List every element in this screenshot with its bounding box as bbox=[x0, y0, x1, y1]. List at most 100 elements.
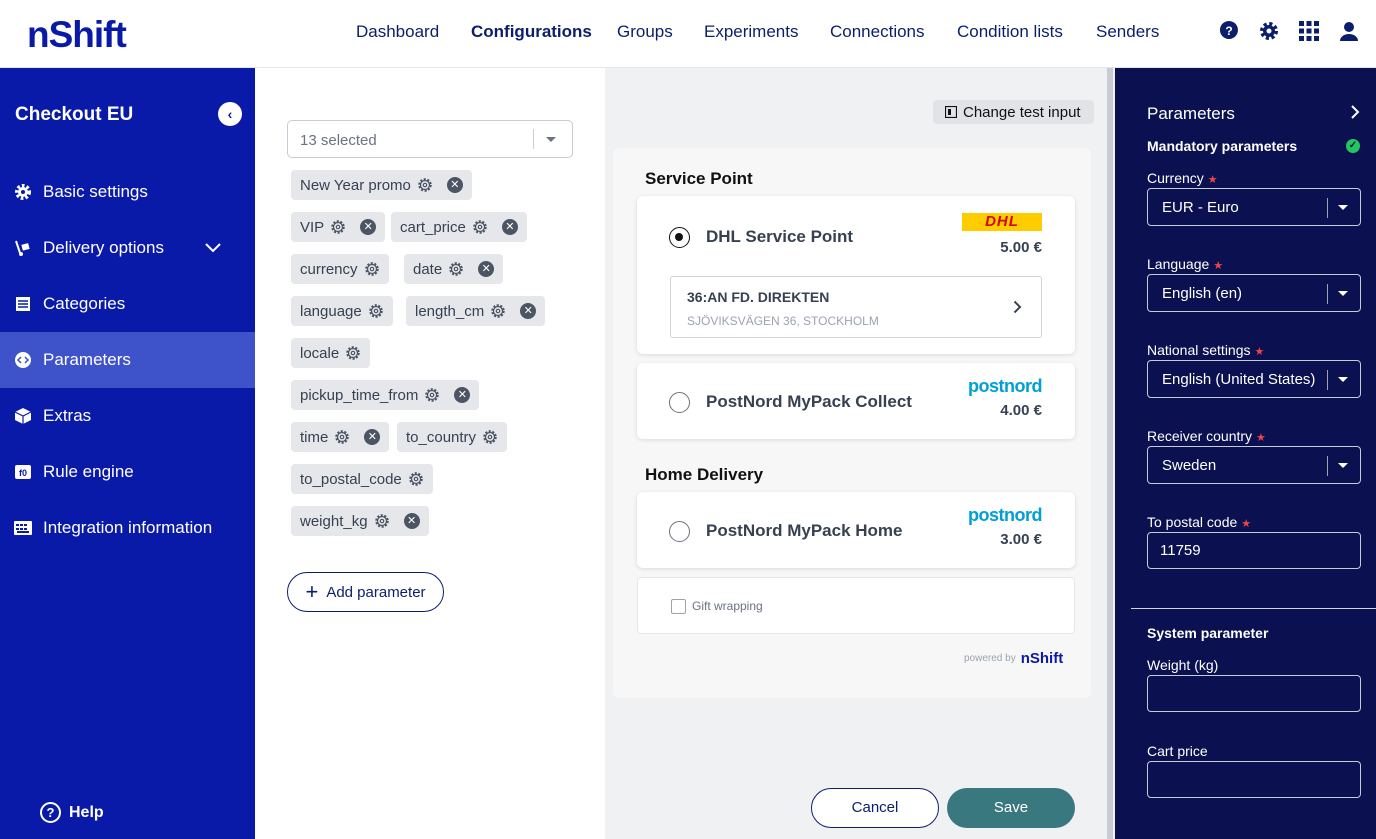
gear-icon[interactable] bbox=[408, 471, 424, 487]
help-link[interactable]: ? Help bbox=[40, 802, 104, 823]
national-settings-value: English (United States) bbox=[1162, 371, 1316, 388]
chevron-right-icon[interactable] bbox=[1350, 104, 1360, 120]
gift-wrapping-option[interactable]: Gift wrapping bbox=[637, 577, 1075, 634]
sidebar-item-label: Integration information bbox=[43, 518, 213, 537]
apps-grid-icon[interactable] bbox=[1298, 20, 1320, 42]
chip-currency[interactable]: currency bbox=[291, 254, 389, 284]
chevron-down-icon[interactable] bbox=[204, 242, 222, 254]
postal-code-input[interactable]: 11759 bbox=[1147, 532, 1361, 569]
gear-icon[interactable] bbox=[374, 513, 390, 529]
nav-condition-lists[interactable]: Condition lists bbox=[957, 22, 1063, 42]
chip-label: currency bbox=[300, 260, 358, 278]
radio-unselected[interactable] bbox=[669, 521, 690, 542]
radio-selected[interactable] bbox=[669, 227, 690, 248]
gift-wrapping-checkbox[interactable] bbox=[671, 599, 686, 614]
parameters-multiselect[interactable]: 13 selected bbox=[287, 120, 573, 158]
service-point-selector[interactable]: 36:AN FD. DIREKTEN SJÖVIKSVÄGEN 36, STOC… bbox=[670, 276, 1042, 338]
keyboard-icon bbox=[13, 518, 33, 538]
nav-groups[interactable]: Groups bbox=[617, 22, 673, 42]
powered-by-label: powered by bbox=[964, 653, 1016, 664]
help-icon[interactable]: ? bbox=[1218, 20, 1240, 42]
gear-icon[interactable] bbox=[345, 345, 361, 361]
remove-chip-icon[interactable]: ✕ bbox=[364, 429, 381, 445]
settings-gear-icon[interactable] bbox=[1258, 20, 1280, 42]
chip-weight-kg[interactable]: weight_kg ✕ bbox=[291, 506, 429, 536]
remove-chip-icon[interactable]: ✕ bbox=[446, 177, 463, 193]
list-icon bbox=[13, 294, 33, 314]
gear-icon[interactable] bbox=[417, 177, 433, 193]
sidebar-item-integration-information[interactable]: Integration information bbox=[0, 500, 255, 556]
cart-price-input[interactable] bbox=[1147, 761, 1361, 798]
user-icon[interactable] bbox=[1338, 20, 1360, 42]
sidebar-item-categories[interactable]: Categories bbox=[0, 276, 255, 332]
nav-experiments[interactable]: Experiments bbox=[704, 22, 798, 42]
sidebar-item-rule-engine[interactable]: f0 Rule engine bbox=[0, 444, 255, 500]
chip-length-cm[interactable]: length_cm ✕ bbox=[406, 296, 546, 326]
chip-to-country[interactable]: to_country bbox=[397, 422, 508, 452]
gear-icon[interactable] bbox=[330, 219, 346, 235]
test-parameters-panel: Parameters Mandatory parameters ✓ Curren… bbox=[1115, 68, 1376, 839]
caret-down-icon bbox=[546, 137, 556, 142]
chip-cart-price[interactable]: cart_price ✕ bbox=[391, 212, 527, 242]
gear-icon[interactable] bbox=[334, 429, 350, 445]
scrollbar[interactable] bbox=[1107, 68, 1113, 839]
chip-language[interactable]: language bbox=[291, 296, 393, 326]
chip-to-postal-code[interactable]: to_postal_code bbox=[291, 464, 433, 494]
gear-icon[interactable] bbox=[364, 261, 380, 277]
collapse-sidebar-button[interactable]: ‹ bbox=[218, 102, 242, 126]
gear-icon[interactable] bbox=[424, 387, 440, 403]
panel-icon bbox=[945, 106, 957, 118]
nshift-logo[interactable]: nShift bbox=[27, 14, 127, 56]
chip-label: New Year promo bbox=[300, 176, 411, 194]
chip-vip[interactable]: VIP ✕ bbox=[291, 212, 386, 242]
save-button[interactable]: Save bbox=[947, 788, 1075, 828]
gear-icon[interactable] bbox=[472, 219, 488, 235]
national-settings-select[interactable]: English (United States) bbox=[1147, 360, 1361, 398]
remove-chip-icon[interactable]: ✕ bbox=[520, 303, 537, 319]
cancel-button[interactable]: Cancel bbox=[811, 788, 939, 828]
remove-chip-icon[interactable]: ✕ bbox=[501, 219, 518, 235]
nav-dashboard[interactable]: Dashboard bbox=[356, 22, 439, 42]
question-icon: ? bbox=[40, 802, 61, 823]
radio-unselected[interactable] bbox=[669, 392, 690, 413]
sidebar-item-parameters[interactable]: Parameters bbox=[0, 332, 255, 388]
chip-label: pickup_time_from bbox=[300, 386, 419, 404]
remove-chip-icon[interactable]: ✕ bbox=[403, 513, 420, 529]
chip-locale[interactable]: locale bbox=[291, 338, 371, 368]
option-card-postnord-mypack-home[interactable]: PostNord MyPack Home postnord 3.00 € bbox=[637, 492, 1075, 568]
gear-icon[interactable] bbox=[490, 303, 506, 319]
mandatory-parameters-title: Mandatory parameters bbox=[1147, 138, 1298, 154]
sidebar-item-delivery-options[interactable]: Delivery options bbox=[0, 220, 255, 276]
gear-icon[interactable] bbox=[482, 429, 498, 445]
gear-icon[interactable] bbox=[368, 303, 384, 319]
chip-label: to_country bbox=[406, 428, 477, 446]
receiver-country-select[interactable]: Sweden bbox=[1147, 446, 1361, 484]
nav-senders[interactable]: Senders bbox=[1096, 22, 1159, 42]
option-name: PostNord MyPack Home bbox=[706, 521, 903, 540]
remove-chip-icon[interactable]: ✕ bbox=[454, 387, 471, 403]
add-parameter-button[interactable]: + Add parameter bbox=[287, 572, 444, 612]
gift-wrapping-label: Gift wrapping bbox=[692, 599, 763, 613]
gear-icon[interactable] bbox=[448, 261, 464, 277]
chip-date[interactable]: date ✕ bbox=[404, 254, 504, 284]
sidebar-item-basic-settings[interactable]: Basic settings bbox=[0, 164, 255, 220]
nav-connections[interactable]: Connections bbox=[830, 22, 925, 42]
option-card-dhl-service-point[interactable]: DHL Service Point DHL 5.00 € 36:AN FD. D… bbox=[637, 196, 1075, 354]
chip-pickup-time-from[interactable]: pickup_time_from ✕ bbox=[291, 380, 480, 410]
caret-down-icon bbox=[1338, 291, 1348, 296]
chip-label: locale bbox=[300, 344, 340, 362]
remove-chip-icon[interactable]: ✕ bbox=[360, 219, 377, 235]
nav-configurations[interactable]: Configurations bbox=[471, 22, 592, 42]
chip-new-year-promo[interactable]: New Year promo ✕ bbox=[291, 170, 472, 200]
remove-chip-icon[interactable]: ✕ bbox=[478, 261, 495, 277]
sidebar: Checkout EU ‹ Basic settings Delivery op… bbox=[0, 68, 255, 839]
change-test-input-button[interactable]: Change test input bbox=[933, 100, 1094, 124]
sidebar-item-extras[interactable]: Extras bbox=[0, 388, 255, 444]
weight-input[interactable] bbox=[1147, 675, 1361, 712]
language-select[interactable]: English (en) bbox=[1147, 274, 1361, 312]
currency-select[interactable]: EUR - Euro bbox=[1147, 188, 1361, 226]
option-card-postnord-mypack-collect[interactable]: PostNord MyPack Collect postnord 4.00 € bbox=[637, 363, 1075, 439]
chip-time[interactable]: time ✕ bbox=[291, 422, 390, 452]
option-price: 5.00 € bbox=[1000, 239, 1042, 256]
chip-label: VIP bbox=[300, 218, 325, 236]
